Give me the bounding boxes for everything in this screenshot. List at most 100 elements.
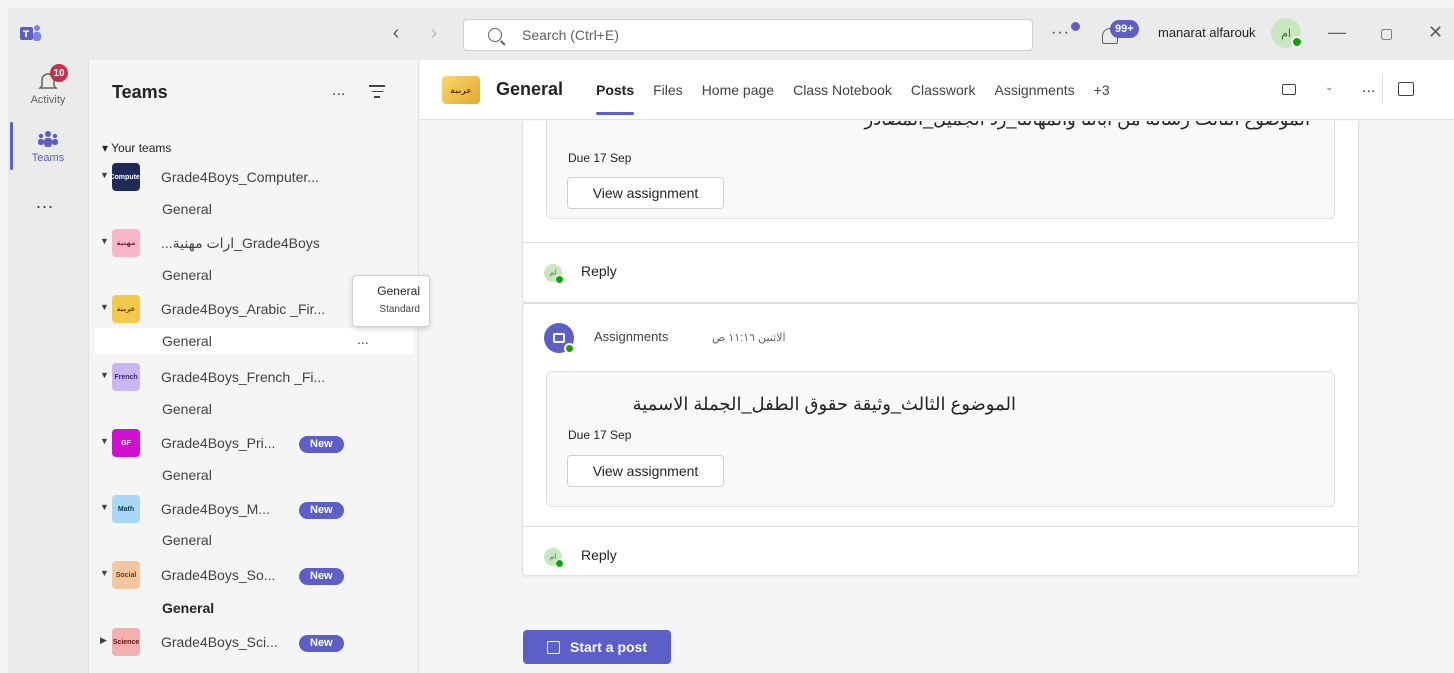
team-row[interactable]: ▼ Social Grade4Boys_So... New xyxy=(89,560,419,590)
team-avatar: Science xyxy=(112,628,140,656)
caret-down-icon[interactable]: ▼ xyxy=(100,236,109,246)
video-meet-icon[interactable] xyxy=(1282,84,1296,95)
avatar: ام xyxy=(544,548,564,568)
teams-panel: Teams ... ▾ Your teams ▼ Computer Grade4… xyxy=(88,60,419,673)
divider xyxy=(1382,74,1383,104)
team-avatar: عربية xyxy=(112,295,140,323)
tooltip-title: General xyxy=(377,284,420,298)
panel-more-icon[interactable]: ... xyxy=(332,82,345,100)
start-post-button[interactable]: Start a post xyxy=(523,630,671,664)
post-time: الاثنين ١١:١٦ ص xyxy=(712,332,786,344)
caret-down-icon[interactable]: ▼ xyxy=(100,436,109,446)
presence-available-icon xyxy=(564,343,575,354)
view-assignment-button[interactable]: View assignment xyxy=(567,177,724,209)
channel-title: General xyxy=(496,79,564,99)
forward-icon[interactable]: › xyxy=(424,22,444,45)
team-avatar: Math xyxy=(112,495,140,523)
presence-available-icon xyxy=(555,559,564,568)
header-more-icon[interactable]: ... xyxy=(1362,79,1375,97)
close-icon[interactable]: ✕ xyxy=(1428,22,1443,43)
post-sender[interactable]: Assignments xyxy=(594,329,668,344)
channel-tooltip: General Standard xyxy=(352,275,430,327)
tooltip-subtitle: Standard xyxy=(379,304,420,315)
section-label: Your teams xyxy=(111,141,172,155)
user-name[interactable]: manarat alfarouk xyxy=(1158,25,1256,40)
tab-home-page[interactable]: Home page xyxy=(702,82,774,98)
new-badge: New xyxy=(299,568,344,585)
presence-available-icon xyxy=(1291,36,1303,48)
reply-button[interactable]: Reply xyxy=(581,263,617,279)
channel-row[interactable]: General xyxy=(95,595,414,621)
team-avatar: French xyxy=(112,363,140,391)
caret-down-icon[interactable]: ▼ xyxy=(100,502,109,512)
channel-row[interactable]: General xyxy=(95,196,414,222)
channel-tabs: Posts Files Home page Class Notebook Cla… xyxy=(596,82,1129,115)
posts-feed[interactable]: الموضوع الثالث رسالة من أبائنا والمهاتنا… xyxy=(420,121,1454,673)
team-avatar: GF xyxy=(112,429,140,457)
team-row[interactable]: ▶ Science Grade4Boys_Sci... New xyxy=(89,627,419,657)
tab-assignments[interactable]: Assignments xyxy=(994,82,1074,98)
bell-icon: 10 xyxy=(36,64,68,94)
view-assignment-button[interactable]: View assignment xyxy=(567,455,724,487)
chevron-down-icon[interactable]: ⌄ xyxy=(1325,82,1333,93)
team-avatar: Social xyxy=(112,561,140,589)
svg-text:T: T xyxy=(23,30,30,40)
notifications-button[interactable]: 99+ xyxy=(1098,20,1144,50)
new-badge: New xyxy=(299,502,344,519)
post: الموضوع الثالث رسالة من أبائنا والمهاتنا… xyxy=(522,121,1359,303)
minimize-icon[interactable]: — xyxy=(1328,22,1346,43)
caret-right-icon[interactable]: ▶ xyxy=(100,635,107,646)
tab-classwork[interactable]: Classwork xyxy=(911,82,976,98)
reply-button[interactable]: Reply xyxy=(581,547,617,563)
status-dot-icon xyxy=(1071,22,1080,31)
more-apps-icon[interactable]: ... xyxy=(36,192,54,213)
team-row[interactable]: ▼ Math Grade4Boys_M... New xyxy=(89,494,419,524)
assignment-title: الموضوع الثالث_وثيقة حقوق الطفل_الجملة ا… xyxy=(632,394,1016,414)
rail-item-activity[interactable]: 10 Activity xyxy=(8,64,88,106)
team-row[interactable]: ▼ مهنية ...ارات مهنية_Grade4Boys xyxy=(89,228,419,258)
restore-icon[interactable]: ▢ xyxy=(1380,25,1393,42)
app-rail: 10 Activity Teams ... xyxy=(8,60,88,673)
avatar[interactable]: ام xyxy=(1271,18,1303,48)
caret-down-icon[interactable]: ▼ xyxy=(100,568,109,578)
tab-class-notebook[interactable]: Class Notebook xyxy=(793,82,892,98)
channel-name: General xyxy=(162,201,212,217)
channel-row[interactable]: General xyxy=(95,527,414,553)
presence-available-icon xyxy=(555,275,564,284)
search-input[interactable]: Search (Ctrl+E) xyxy=(463,19,1033,51)
assignment-card: الموضوع الثالث_وثيقة حقوق الطفل_الجملة ا… xyxy=(546,371,1335,507)
team-row[interactable]: ▼ Computer Grade4Boys_Computer... xyxy=(89,162,419,192)
compose-icon xyxy=(546,640,560,654)
start-post-label: Start a post xyxy=(569,639,647,655)
channel-name: General xyxy=(162,401,212,417)
tab-more[interactable]: +3 xyxy=(1094,82,1110,98)
channel-row[interactable]: General xyxy=(95,396,414,422)
channel-more-icon[interactable]: ... xyxy=(357,331,369,347)
filter-icon[interactable] xyxy=(369,85,385,102)
rail-label-teams: Teams xyxy=(31,152,65,164)
channel-name: General xyxy=(162,333,212,349)
post: Assignments الاثنين ١١:١٦ ص الموضوع الثا… xyxy=(522,303,1359,576)
reply-row[interactable]: ام Reply xyxy=(523,526,1358,576)
tab-files[interactable]: Files xyxy=(653,82,683,98)
tab-posts[interactable]: Posts xyxy=(596,82,635,115)
channel-row[interactable]: General xyxy=(95,462,414,488)
caret-down-icon[interactable]: ▼ xyxy=(100,370,109,380)
team-row[interactable]: ▼ GF Grade4Boys_Pri... New xyxy=(89,428,419,458)
team-name: Grade4Boys_Arabic _Fir... xyxy=(161,301,326,317)
channel-row-selected[interactable]: General ... xyxy=(95,328,414,354)
team-row[interactable]: ▼ French Grade4Boys_French _Fi... xyxy=(89,362,419,392)
team-name: Grade4Boys_So... xyxy=(161,567,276,583)
more-options-icon[interactable]: ··· xyxy=(1051,24,1070,42)
caret-down-icon[interactable]: ▼ xyxy=(100,170,109,180)
section-your-teams[interactable]: ▾ Your teams xyxy=(102,141,171,155)
new-badge: New xyxy=(299,635,344,652)
rail-item-teams[interactable]: Teams xyxy=(8,128,88,164)
side-panel-icon[interactable] xyxy=(1398,82,1414,96)
channel-avatar: عربية xyxy=(442,76,480,104)
channel-name: General xyxy=(162,600,215,616)
back-icon[interactable]: ‹ xyxy=(386,22,406,45)
search-placeholder: Search (Ctrl+E) xyxy=(522,27,619,43)
reply-row[interactable]: ام Reply xyxy=(523,242,1358,300)
caret-down-icon[interactable]: ▼ xyxy=(100,302,109,312)
